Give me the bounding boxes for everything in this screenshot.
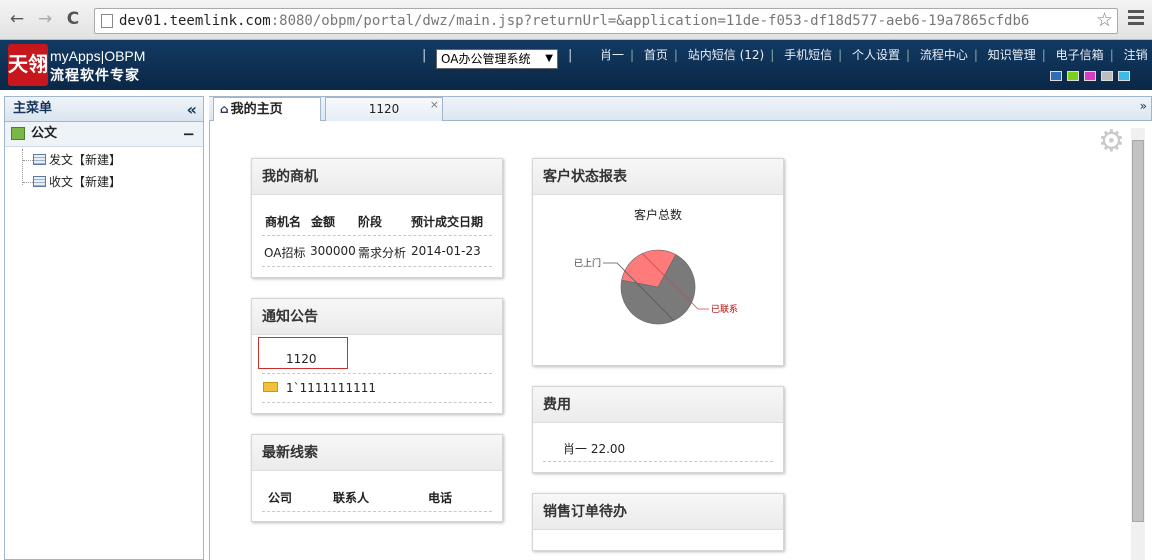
back-button[interactable]: ← [6, 8, 28, 30]
portlet-leads: 最新线索 公司 联系人 电话 [251, 434, 503, 522]
address-bar[interactable]: dev01.teemlink.com:8080/obpm/portal/dwz/… [94, 8, 1118, 34]
nav-email[interactable]: 电子信箱 [1056, 48, 1104, 62]
portlet-title: 最新线索 [252, 435, 502, 471]
portlet-title: 费用 [533, 387, 783, 423]
form-icon [33, 176, 46, 187]
column-header: 金额 [311, 215, 336, 229]
nav-user[interactable]: 肖一 [600, 48, 624, 62]
portlet-title: 销售订单待办 [533, 494, 783, 530]
sidebar-item-label: 收文【新建】 [49, 175, 122, 189]
divider: | [422, 48, 427, 63]
bookmark-star-icon[interactable]: ☆ [1096, 9, 1113, 31]
collapse-group-icon[interactable]: − [182, 122, 195, 146]
browser-toolbar: ← → C dev01.teemlink.com:8080/obpm/porta… [0, 0, 1152, 40]
url-path: :8080/obpm/portal/dwz/main.jsp?returnUrl… [270, 13, 1030, 29]
notice-item[interactable]: 1120 [286, 352, 317, 366]
sidebar-header: 主菜单 « [5, 97, 203, 122]
nav-home[interactable]: 首页 [644, 48, 668, 62]
logo-icon: 天翎 [8, 44, 48, 86]
table-cell: 2014-01-23 [411, 244, 481, 258]
brand-name: myApps|OBPM [50, 48, 146, 64]
table-cell: 300000 [310, 244, 356, 258]
envelope-icon [263, 382, 278, 392]
gear-icon[interactable]: ⚙ [1098, 124, 1125, 159]
nav-logout[interactable]: 注销 [1124, 48, 1148, 62]
notice-item[interactable]: 1`1111111111 [286, 381, 376, 395]
top-nav: 肖一 | 首页 | 站内短信 (12) | 手机短信 | 个人设置 | 流程中心 | 知识管… [600, 48, 1148, 62]
column-header: 联系人 [333, 491, 370, 505]
system-select[interactable]: OA办公管理系统 ▼ [436, 49, 558, 69]
brand-slogan: 流程软件专家 [50, 68, 140, 84]
tab-more-icon[interactable]: » [1140, 99, 1147, 113]
portlet-title: 客户状态报表 [533, 159, 783, 195]
tab-home[interactable]: ⌂ 我的主页 [213, 97, 321, 123]
portlet-title: 我的商机 [252, 159, 502, 195]
pie-label: 已上门 [574, 257, 601, 269]
nav-workflow[interactable]: 流程中心 [920, 48, 968, 62]
divider: | [568, 48, 573, 63]
browser-menu-icon[interactable] [1128, 10, 1144, 26]
reload-button[interactable]: C [62, 8, 84, 30]
close-icon[interactable]: × [430, 94, 439, 116]
nav-settings[interactable]: 个人设置 [852, 48, 900, 62]
form-icon [33, 154, 46, 165]
theme-swatch-2[interactable] [1067, 71, 1079, 81]
sidebar-item-receive-doc[interactable]: 收文【新建】 [23, 172, 122, 192]
sidebar-group-documents[interactable]: 公文 − [5, 122, 203, 147]
expense-item[interactable]: 肖一 22.00 [563, 440, 625, 457]
collapse-icon[interactable]: « [187, 98, 197, 122]
portlet-title: 通知公告 [252, 299, 502, 335]
sidebar-item-send-doc[interactable]: 发文【新建】 [23, 150, 122, 170]
portlet-sales-orders: 销售订单待办 [532, 493, 784, 551]
portlet-opportunities: 我的商机 商机名 金额 阶段 预计成交日期 OA招标 300000 需求分析 2… [251, 158, 503, 278]
tab-1120[interactable]: 1120 × [325, 97, 443, 122]
folder-icon [11, 127, 25, 140]
chevron-down-icon: ▼ [545, 53, 553, 64]
system-select-value: OA办公管理系统 [441, 52, 531, 66]
portlet-notices: 通知公告 1120 1`1111111111 [251, 298, 503, 414]
sidebar-item-label: 发文【新建】 [49, 153, 122, 167]
tab-label: 1120 [368, 102, 400, 116]
sidebar: 主菜单 « 公文 − 发文【新建】 收文【新建】 [4, 96, 204, 560]
column-header: 预计成交日期 [411, 215, 484, 229]
portlet-customer-report: 客户状态报表 客户总数 已上门已联系 [532, 158, 784, 366]
theme-swatch-4[interactable] [1101, 71, 1113, 81]
home-icon: ⌂ [220, 102, 229, 116]
sidebar-title: 主菜单 [13, 101, 53, 116]
theme-swatches [1050, 70, 1135, 84]
url-text[interactable]: dev01.teemlink.com:8080/obpm/portal/dwz/… [119, 13, 1029, 29]
theme-swatch-5[interactable] [1118, 71, 1130, 81]
customer-pie-chart: 客户总数 已上门已联系 [574, 207, 738, 325]
tab-label: 我的主页 [230, 102, 283, 117]
table-cell[interactable]: OA招标 [264, 244, 305, 261]
table-cell: 需求分析 [358, 246, 407, 260]
sidebar-group-label: 公文 [31, 126, 58, 141]
theme-swatch-1[interactable] [1050, 71, 1062, 81]
column-header: 商机名 [265, 215, 302, 229]
nav-sms[interactable]: 手机短信 [784, 48, 832, 62]
column-header: 电话 [428, 491, 453, 505]
chart-title: 客户总数 [634, 207, 682, 222]
theme-swatch-3[interactable] [1084, 71, 1096, 81]
tab-bar: ⌂ 我的主页 1120 × » [209, 96, 1152, 123]
nav-knowledge[interactable]: 知识管理 [988, 48, 1036, 62]
page-icon [101, 14, 113, 28]
scrollbar[interactable] [1131, 128, 1145, 560]
tree-line [22, 149, 23, 185]
nav-messages[interactable]: 站内短信 (12) [688, 48, 764, 62]
url-host: dev01.teemlink.com [119, 13, 271, 29]
column-header: 公司 [268, 491, 293, 505]
pie-label: 已联系 [711, 304, 738, 315]
forward-button[interactable]: → [34, 8, 56, 30]
column-header: 阶段 [358, 215, 383, 229]
portlet-expenses: 费用 肖一 22.00 [532, 386, 784, 473]
app-header: 天翎 myApps|OBPM 流程软件专家 | OA办公管理系统 ▼ | 肖一 | … [0, 40, 1152, 90]
scrollbar-thumb[interactable] [1132, 140, 1144, 522]
